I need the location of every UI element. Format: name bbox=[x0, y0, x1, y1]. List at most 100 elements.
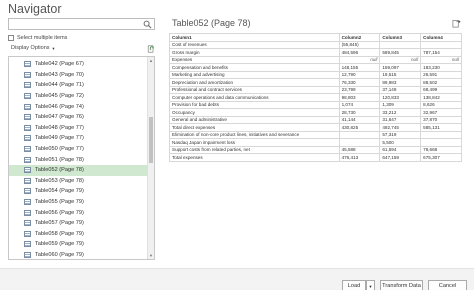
transform-data-button[interactable]: Transform Data bbox=[380, 280, 423, 290]
list-item[interactable]: Table043 (Page 70) bbox=[9, 70, 148, 81]
select-multiple-items[interactable]: Select multiple items bbox=[8, 34, 67, 42]
list-item[interactable]: Table047 (Page 76) bbox=[9, 112, 148, 123]
list-item-label: Table042 (Page 67) bbox=[35, 61, 84, 68]
value-cell: 1,074 bbox=[338, 100, 381, 109]
select-multiple-checkbox[interactable] bbox=[8, 35, 14, 41]
table-row: Provision for bad debts 1,074 1,309 8,626 bbox=[169, 100, 462, 109]
value-cell: 12,790 bbox=[338, 70, 381, 79]
list-item-label: Table054 (Page 79) bbox=[35, 188, 84, 195]
list-item[interactable]: Table045 (Page 72) bbox=[9, 91, 148, 102]
table-icon bbox=[24, 103, 31, 110]
dialog-footer: Load ▼ Transform Data Cancel bbox=[0, 268, 474, 290]
scroll-down-icon[interactable]: ▼ bbox=[149, 253, 153, 258]
list-item[interactable]: Table050 (Page 77) bbox=[9, 144, 148, 155]
value-cell: 89,983 bbox=[379, 78, 422, 87]
list-item[interactable]: Table055 (Page 79) bbox=[9, 197, 148, 208]
value-cell: 32,967 bbox=[420, 108, 462, 117]
refresh-icon[interactable] bbox=[147, 45, 155, 53]
row-label-cell: Compensation and benefits bbox=[169, 63, 340, 72]
table-row: Compensation and benefits 148,155 159,097 1… bbox=[169, 63, 462, 72]
value-cell: 61,594 bbox=[379, 145, 422, 154]
table-icon bbox=[24, 209, 31, 216]
list-item[interactable]: Table051 (Page 78) bbox=[9, 154, 148, 165]
list-item[interactable]: Table046 (Page 74) bbox=[9, 101, 148, 112]
value-cell: 675,307 bbox=[420, 153, 462, 162]
value-cell: 28,730 bbox=[338, 108, 381, 117]
list-item-label: Table046 (Page 74) bbox=[35, 103, 84, 110]
list-item[interactable]: Table049 (Page 77) bbox=[9, 133, 148, 144]
table-row: Support costs from related parties, net 4… bbox=[169, 145, 462, 154]
load-button[interactable]: Load bbox=[342, 280, 366, 290]
value-cell: 492,745 bbox=[379, 123, 422, 132]
list-item-label: Table060 (Page 79) bbox=[35, 252, 84, 259]
row-label-cell: Elimination of non-core product lines, i… bbox=[169, 130, 340, 139]
list-scrollbar[interactable]: ▲ ▼ bbox=[147, 57, 154, 259]
list-item-label: Table052 (Page 78) bbox=[35, 167, 84, 174]
column-header: Column3 bbox=[379, 33, 422, 42]
table-icon bbox=[24, 167, 31, 174]
value-cell: 5,500 bbox=[379, 138, 422, 147]
value-cell: null bbox=[338, 55, 381, 64]
load-dropdown-button[interactable]: ▼ bbox=[366, 280, 375, 290]
table-row: Total expenses 476,413 647,159 675,307 bbox=[169, 153, 462, 162]
table-header-row: Column1 Column2 Column3 Column4 bbox=[169, 33, 462, 42]
scroll-up-icon[interactable]: ▲ bbox=[149, 58, 153, 63]
value-cell: 430,825 bbox=[338, 123, 381, 132]
list-item[interactable]: Table058 (Page 79) bbox=[9, 229, 148, 240]
table-icon bbox=[24, 156, 31, 163]
list-item[interactable]: Table044 (Page 71) bbox=[9, 80, 148, 91]
list-item-label: Table050 (Page 77) bbox=[35, 146, 84, 153]
value-cell: 41,144 bbox=[338, 115, 381, 124]
table-row: Computer operations and data communicati… bbox=[169, 93, 462, 102]
column-header: Column2 bbox=[338, 33, 381, 42]
list-item-label: Table058 (Page 79) bbox=[35, 230, 84, 237]
value-cell: null bbox=[379, 55, 422, 64]
list-item-label: Table051 (Page 78) bbox=[35, 156, 84, 163]
list-item[interactable]: Table048 (Page 77) bbox=[9, 123, 148, 134]
list-item[interactable]: Table059 (Page 79) bbox=[9, 239, 148, 250]
export-icon[interactable] bbox=[452, 19, 461, 28]
table-row: General and administrative 41,144 31,647 37… bbox=[169, 115, 462, 124]
row-label-cell: Provision for bad debts bbox=[169, 100, 340, 109]
list-item[interactable]: Table054 (Page 79) bbox=[9, 186, 148, 197]
value-cell: 98,803 bbox=[338, 93, 381, 102]
value-cell: 647,159 bbox=[379, 153, 422, 162]
table-icon bbox=[24, 146, 31, 153]
list-item[interactable]: Table060 (Page 79) bbox=[9, 250, 148, 259]
row-label-cell: Support costs from related parties, net bbox=[169, 145, 340, 154]
value-cell bbox=[420, 130, 462, 139]
table-list: ▲ ▼ Table042 (Page 67) Table043 (Page 70)… bbox=[8, 56, 155, 260]
value-cell: 1,309 bbox=[379, 100, 422, 109]
value-cell: 585,131 bbox=[420, 123, 462, 132]
value-cell: 120,833 bbox=[379, 93, 422, 102]
table-icon bbox=[24, 135, 31, 142]
search-input[interactable] bbox=[8, 18, 155, 30]
row-label-cell: Occupancy bbox=[169, 108, 340, 117]
row-label-cell: Total direct expenses bbox=[169, 123, 340, 132]
preview-pane: Table052 (Page 78) Column1 Column2 Column3… bbox=[165, 14, 470, 260]
row-label-cell: Marketing and advertising bbox=[169, 70, 340, 79]
display-options-dropdown[interactable]: Display Options ▼ bbox=[11, 45, 56, 51]
value-cell: 23,799 bbox=[338, 85, 381, 94]
table-icon bbox=[24, 199, 31, 206]
list-item-label: Table045 (Page 72) bbox=[35, 93, 84, 100]
cancel-button[interactable]: Cancel bbox=[428, 280, 467, 290]
value-cell bbox=[379, 40, 422, 49]
value-cell: 183,230 bbox=[420, 63, 462, 72]
row-label-cell: Depreciation and amortization bbox=[169, 78, 340, 87]
list-item[interactable]: Table042 (Page 67) bbox=[9, 59, 148, 70]
list-item[interactable]: Table057 (Page 79) bbox=[9, 218, 148, 229]
value-cell: 148,155 bbox=[338, 63, 381, 72]
table-icon bbox=[24, 252, 31, 259]
value-cell: 45,588 bbox=[338, 145, 381, 154]
scrollbar-thumb[interactable] bbox=[149, 117, 153, 163]
list-item[interactable]: Table056 (Page 79) bbox=[9, 207, 148, 218]
table-icon bbox=[24, 241, 31, 248]
list-item-label: Table043 (Page 70) bbox=[35, 71, 84, 78]
table-icon bbox=[24, 220, 31, 227]
display-options-label: Display Options bbox=[11, 45, 50, 51]
search-icon[interactable] bbox=[143, 20, 152, 29]
list-item[interactable]: Table053 (Page 78) bbox=[9, 176, 148, 187]
row-label-cell: Expenses bbox=[169, 55, 340, 64]
list-item[interactable]: Table052 (Page 78) bbox=[9, 165, 148, 176]
